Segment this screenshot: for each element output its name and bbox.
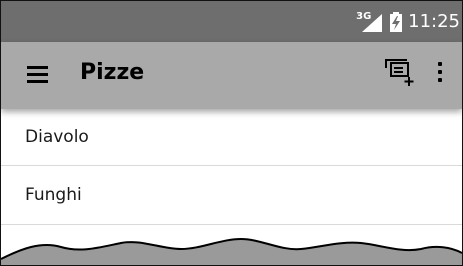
more-vert-icon[interactable] [429,62,451,92]
list-item[interactable]: Diavolo [1,109,462,166]
list-item-label: Diavolo [25,127,89,147]
status-bar: 3G 11:25 [1,1,462,42]
list-item[interactable]: Funghi [1,166,462,225]
add-to-queue-icon[interactable] [381,52,417,88]
signal-icon: 3G [356,11,384,33]
status-time: 11:25 [408,11,460,32]
page-title: Pizze [80,60,145,85]
screen: 3G 11:25 Pizze Diavolo Funghi [0,0,463,266]
pizza-list: Diavolo Funghi [1,109,462,225]
list-item-label: Funghi [25,185,82,205]
battery-charging-icon [390,11,403,32]
app-bar: Pizze [1,42,462,109]
hamburger-menu-icon[interactable] [25,64,51,86]
torn-edge [1,237,462,265]
status-icons: 3G 11:25 [356,1,462,42]
